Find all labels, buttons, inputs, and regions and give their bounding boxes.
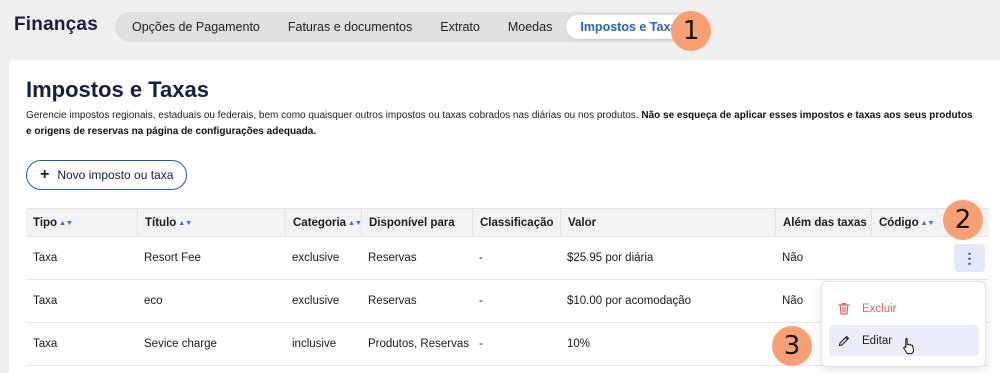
sort-icon: ▲▼ <box>920 220 935 227</box>
description-text: Gerencie impostos regionais, estaduais o… <box>26 110 639 121</box>
finance-tabs: Opções de Pagamento Faturas e documentos… <box>115 12 702 42</box>
cell-category: exclusive <box>292 252 340 264</box>
new-tax-button[interactable]: + Novo imposto ou taxa <box>26 160 188 190</box>
more-vertical-icon: ⋮ <box>962 249 977 266</box>
table-header: Tipo ▲▼ Título ▲▼ Categoria ▲▼ Disponível p… <box>26 208 989 237</box>
cell-classification: - <box>479 295 483 307</box>
column-header-available-for: Disponível para <box>361 209 472 237</box>
trash-icon <box>838 303 850 315</box>
cell-available-for: Produtos, Reservas <box>368 338 469 350</box>
delete-label: Excluir <box>862 302 897 315</box>
row-actions-button[interactable]: ⋮ <box>954 244 985 272</box>
plus-icon: + <box>40 166 50 183</box>
callout-3: 3 <box>772 326 812 366</box>
cell-category: inclusive <box>292 338 337 350</box>
cell-value: $10.00 por acomodação <box>567 295 692 307</box>
sort-icon: ▲▼ <box>348 220 362 227</box>
app-title: Finanças <box>14 14 98 35</box>
column-header-classification: Classificação <box>472 209 560 237</box>
column-header-beyond-fees: Além das taxas <box>775 209 871 237</box>
callout-1: 1 <box>671 11 711 51</box>
cell-value: 10% <box>567 338 591 350</box>
column-header-type[interactable]: Tipo ▲▼ <box>26 209 137 237</box>
cell-classification: - <box>479 338 483 350</box>
cell-type: Taxa <box>33 252 58 264</box>
tab-payment-options[interactable]: Opções de Pagamento <box>118 15 274 39</box>
new-tax-label: Novo imposto ou taxa <box>57 168 174 182</box>
cell-value: $25.95 por diária <box>567 252 654 264</box>
cell-beyond-fees: Não <box>782 295 804 307</box>
cell-title: eco <box>144 295 163 307</box>
cell-available-for: Reservas <box>368 252 417 264</box>
callout-2: 2 <box>943 200 983 240</box>
page-description: Gerencie impostos regionais, estaduais o… <box>26 108 976 140</box>
column-header-value: Valor <box>560 209 775 237</box>
delete-menu-item[interactable]: Excluir <box>829 293 979 324</box>
column-header-title[interactable]: Título ▲▼ <box>137 209 285 237</box>
hand-cursor-icon <box>903 338 914 355</box>
column-header-category[interactable]: Categoria ▲▼ <box>285 209 362 237</box>
cell-category: exclusive <box>292 295 340 307</box>
tab-currencies[interactable]: Moedas <box>494 15 566 39</box>
cell-type: Taxa <box>33 338 58 350</box>
pencil-icon <box>838 335 850 346</box>
tab-invoices[interactable]: Faturas e documentos <box>274 15 426 39</box>
table-row: Taxa Resort Fee exclusive Reservas - $25… <box>26 237 989 280</box>
sort-icon: ▲▼ <box>59 220 73 227</box>
cell-title: Resort Fee <box>144 252 201 264</box>
cell-available-for: Reservas <box>368 295 417 307</box>
cell-title: Sevice charge <box>144 338 217 350</box>
cell-classification: - <box>479 252 483 264</box>
page-title: Impostos e Taxas <box>26 77 209 102</box>
edit-label: Editar <box>862 334 893 347</box>
sort-icon: ▲▼ <box>178 220 193 227</box>
tab-statement[interactable]: Extrato <box>426 15 494 39</box>
cell-beyond-fees: Não <box>782 252 804 264</box>
cell-type: Taxa <box>33 295 58 307</box>
